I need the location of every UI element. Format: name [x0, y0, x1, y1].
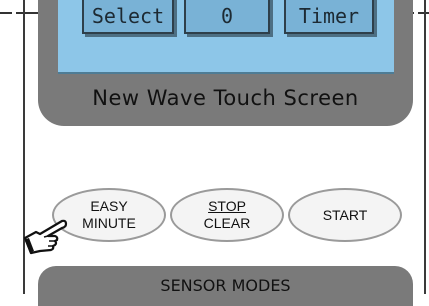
- select-button[interactable]: Select: [82, 0, 174, 34]
- easy-minute-line2: MINUTE: [82, 215, 136, 231]
- pointing-hand-icon: [23, 219, 68, 255]
- lcd-display: Select 0 Timer: [58, 0, 394, 74]
- sensor-modes-label: SENSOR MODES: [160, 276, 291, 295]
- top-dash: [0, 12, 12, 14]
- sensor-modes-panel: SENSOR MODES: [38, 266, 413, 306]
- timer-button[interactable]: Timer: [284, 0, 374, 34]
- brand-label: New Wave Touch Screen: [92, 86, 359, 110]
- easy-minute-line1: EASY: [90, 198, 128, 214]
- select-button-label: Select: [91, 4, 165, 28]
- stop-clear-button[interactable]: STOP CLEAR: [170, 188, 284, 242]
- timer-button-label: Timer: [298, 4, 360, 28]
- zero-button-label: 0: [220, 4, 234, 28]
- stop-clear-line1: STOP: [208, 198, 246, 214]
- stop-clear-line2: CLEAR: [203, 215, 251, 231]
- start-button[interactable]: START: [288, 188, 402, 242]
- frame-line-right: [424, 0, 426, 294]
- zero-button[interactable]: 0: [184, 0, 270, 34]
- start-label: START: [322, 206, 368, 223]
